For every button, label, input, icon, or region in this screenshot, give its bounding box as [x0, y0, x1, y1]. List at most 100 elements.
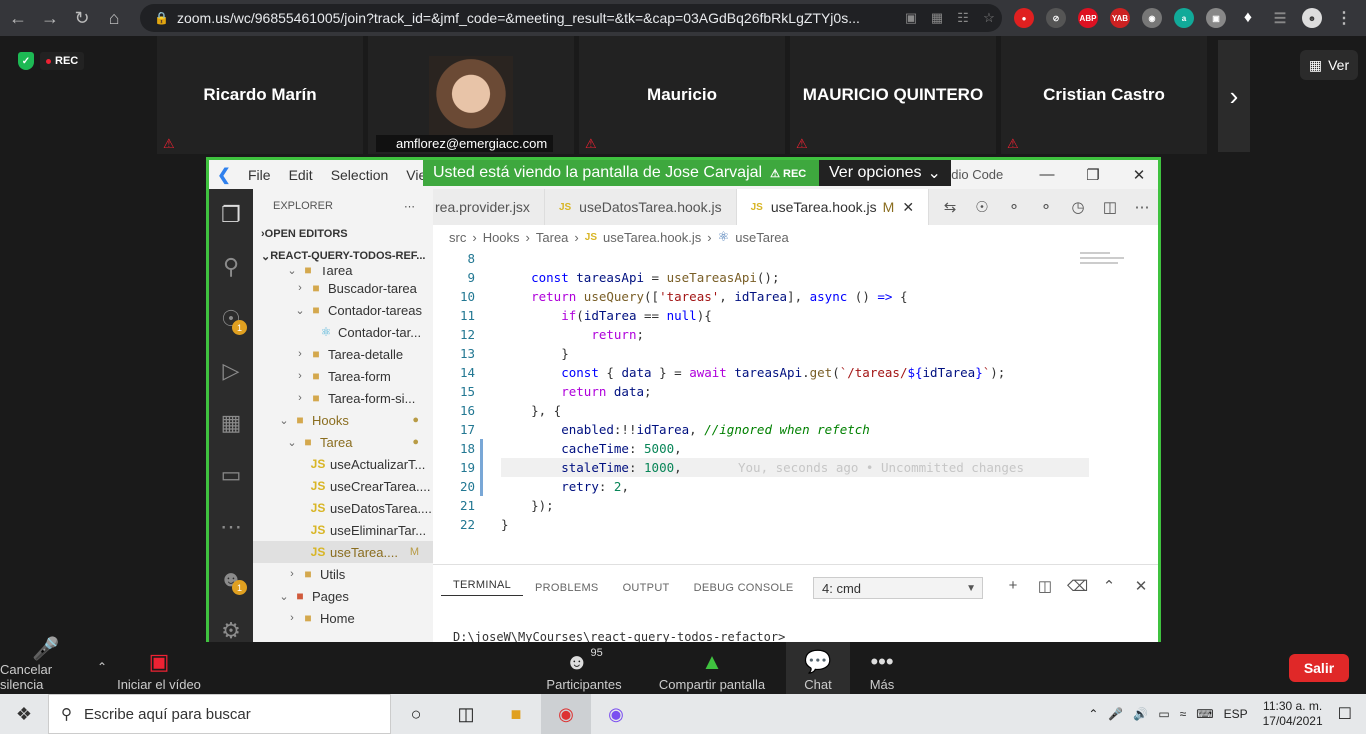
yab-extension-icon[interactable]: YAB — [1110, 8, 1130, 28]
tree-item[interactable]: JS useActualizarT... — [253, 453, 433, 475]
extension-red-icon[interactable]: ● — [1014, 8, 1034, 28]
project-section[interactable]: ⌄ REACT-QUERY-TODOS-REF... — [253, 245, 433, 267]
cube-extension-icon[interactable]: ▣ — [1206, 8, 1226, 28]
windows-start-icon[interactable]: ❖ — [0, 694, 48, 734]
maximize-panel-icon[interactable]: ⌃ — [1099, 577, 1119, 595]
wifi-icon[interactable]: ≈ — [1180, 707, 1187, 721]
close-window-icon[interactable]: ✕ — [1116, 160, 1158, 189]
split-terminal-icon[interactable]: ◫ — [1035, 577, 1055, 595]
battery-icon[interactable]: ▭ — [1158, 707, 1169, 721]
compare-icon[interactable]: ⇆ — [934, 198, 966, 216]
tab-output[interactable]: OUTPUT — [611, 582, 682, 594]
brave-icon[interactable]: ◉ — [591, 694, 641, 734]
tab-problems[interactable]: PROBLEMS — [523, 582, 611, 594]
more-icon[interactable]: ⋯ — [209, 501, 253, 553]
split-editor-icon[interactable]: ◫ — [1094, 198, 1126, 216]
participant-tile[interactable]: Mauricio ⚠ — [579, 36, 785, 154]
new-terminal-icon[interactable]: + — [1003, 577, 1023, 594]
tree-item[interactable]: ⌄ ■ Tarea ● — [253, 431, 433, 453]
taskbar-search[interactable]: ⚲ Escribe aquí para buscar — [48, 694, 391, 734]
audio-options-caret[interactable]: ⌃ — [92, 642, 112, 694]
start-video-button[interactable]: ▣ Iniciar el vídeo — [114, 642, 204, 694]
code-editor[interactable]: 8 9 10 11 12 13 14 15 16 17 18 19 20 21 … — [433, 249, 1158, 564]
tree-item[interactable]: › ■ Buscador-tarea — [253, 277, 433, 299]
forward-icon[interactable]: → — [36, 4, 64, 32]
search-icon[interactable]: ⚲ — [209, 241, 253, 293]
account-icon[interactable]: ☻ 1 — [209, 553, 253, 605]
source-control-icon[interactable]: ☉ 1 — [209, 293, 253, 345]
participant-tile[interactable]: amflorez@emergiacc.com — [368, 36, 574, 154]
tree-item[interactable]: › ■ Home — [253, 607, 433, 629]
tree-item[interactable]: › ■ Tarea-form-si... — [253, 387, 433, 409]
extension-block-icon[interactable]: ⊘ — [1046, 8, 1066, 28]
bookmarks-icon[interactable]: ▭ — [209, 449, 253, 501]
tree-item[interactable]: ⌄ ■ Contador-tareas — [253, 299, 433, 321]
trash-icon[interactable]: ⌫ — [1067, 577, 1088, 595]
tree-item-selected[interactable]: JS useTarea.... M — [253, 541, 433, 563]
open-editors-section[interactable]: › OPEN EDITORS — [253, 223, 433, 245]
close-tab-icon[interactable]: ✕ — [902, 199, 914, 216]
tree-item[interactable]: JS useDatosTarea.... — [253, 497, 433, 519]
translate-icon[interactable]: ☷ — [950, 10, 976, 26]
menu-file[interactable]: File — [239, 167, 280, 183]
camera-extension-icon[interactable]: ◉ — [1142, 8, 1162, 28]
bookmark-star-icon[interactable]: ☆ — [976, 10, 1002, 26]
explorer-icon[interactable]: ❐ — [209, 189, 253, 241]
previous-change-icon[interactable]: ⚬ — [998, 198, 1030, 216]
tree-item[interactable]: ⌄ ■ Hooks ● — [253, 409, 433, 431]
view-options-button[interactable]: Ver opciones ⌄ — [819, 160, 951, 186]
file-explorer-icon[interactable]: ■ — [491, 694, 541, 734]
menu-edit[interactable]: Edit — [280, 167, 322, 183]
volume-icon[interactable]: 🔊 — [1133, 707, 1148, 721]
tab-usedatostarea[interactable]: JS useDatosTarea.hook.js — [545, 189, 737, 225]
keyboard-icon[interactable]: ⌨ — [1196, 707, 1213, 721]
clock[interactable]: 11:30 a. m. 17/04/2021 — [1263, 699, 1323, 729]
participant-tile[interactable]: Ricardo Marín ⚠ — [157, 36, 363, 154]
language-indicator[interactable]: ESP — [1224, 707, 1248, 721]
terminal-select[interactable]: 4: cmd ▼ — [813, 577, 983, 599]
tab-provider[interactable]: rea.provider.jsx — [433, 189, 545, 225]
breadcrumb-item[interactable]: Hooks — [483, 230, 520, 245]
tree-item[interactable]: JS useEliminarTar... — [253, 519, 433, 541]
tree-item[interactable]: › ■ Utils — [253, 563, 433, 585]
tree-item[interactable]: JS useCrearTarea.... — [253, 475, 433, 497]
adblock-icon[interactable]: ABP — [1078, 8, 1098, 28]
timeline-icon[interactable]: ◷ — [1062, 198, 1094, 216]
minimap[interactable] — [1080, 249, 1140, 279]
git-commit-icon[interactable]: ☉ — [966, 198, 998, 216]
breadcrumb-item[interactable]: src — [449, 230, 466, 245]
explorer-more-icon[interactable]: ⋯ — [404, 200, 415, 213]
participant-tile[interactable]: Cristian Castro ⚠ — [1001, 36, 1207, 154]
camera-blocked-icon[interactable]: ▦ — [924, 10, 950, 26]
next-change-icon[interactable]: ⚬ — [1030, 198, 1062, 216]
extensions-icon[interactable]: ▦ — [209, 397, 253, 449]
tree-item[interactable]: ⚛ Contador-tar... — [253, 321, 433, 343]
more-button[interactable]: ••• Más — [856, 642, 908, 694]
restore-icon[interactable]: ❐ — [1070, 160, 1116, 189]
tab-debug-console[interactable]: DEBUG CONSOLE — [682, 582, 806, 594]
task-view-icon[interactable]: ◫ — [441, 694, 491, 734]
run-debug-icon[interactable]: ▷ — [209, 345, 253, 397]
menu-selection[interactable]: Selection — [322, 167, 398, 183]
breadcrumb-item[interactable]: useTarea — [735, 230, 788, 245]
mic-tray-icon[interactable]: 🎤 — [1108, 707, 1123, 721]
notifications-icon[interactable]: ☐ — [1338, 704, 1352, 724]
profile-avatar[interactable]: ☻ — [1302, 8, 1322, 28]
view-button[interactable]: ▦ Ver — [1300, 50, 1358, 80]
close-panel-icon[interactable]: ✕ — [1131, 577, 1151, 595]
chat-button[interactable]: 💬 Chat — [786, 642, 850, 694]
terminal-output[interactable]: D:\joseW\MyCourses\react-query-todos-ref… — [433, 630, 1158, 642]
more-actions-icon[interactable]: ⋯ — [1126, 198, 1158, 216]
minimize-icon[interactable]: — — [1024, 160, 1070, 189]
breadcrumb-item[interactable]: useTarea.hook.js — [603, 230, 701, 245]
tree-item[interactable]: ⌄ ■ Pages — [253, 585, 433, 607]
cortana-icon[interactable]: ○ — [391, 694, 441, 734]
participant-tile[interactable]: MAURICIO QUINTERO ⚠ — [790, 36, 996, 154]
camera-icon[interactable]: ▣ — [898, 10, 924, 26]
tree-item[interactable]: › ■ Tarea-detalle — [253, 343, 433, 365]
reload-icon[interactable]: ↻ — [68, 4, 96, 32]
puzzle-icon[interactable]: ♦ — [1238, 8, 1258, 28]
a-extension-icon[interactable]: a — [1174, 8, 1194, 28]
settings-gear-icon[interactable]: ⚙ — [209, 605, 253, 642]
leave-meeting-button[interactable]: Salir — [1289, 654, 1349, 682]
